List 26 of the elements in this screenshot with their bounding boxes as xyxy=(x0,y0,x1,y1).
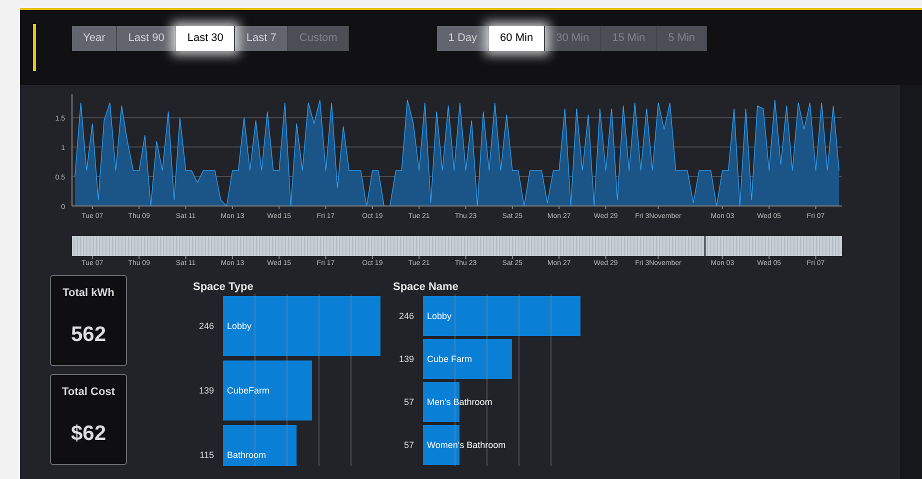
value-label: 139 xyxy=(198,386,214,396)
navigator-drawing[interactable] xyxy=(72,236,842,256)
total-label: Total kWh xyxy=(62,286,114,301)
total-value: $62 xyxy=(70,420,106,446)
filter-button[interactable]: Last 30 xyxy=(176,26,236,51)
value-label: 246 xyxy=(198,321,214,331)
filter-button[interactable]: Last 7 xyxy=(235,26,288,51)
chart-title: Space Name xyxy=(393,281,460,294)
value-label: 57 xyxy=(404,440,414,450)
filter-button[interactable]: Last 90 xyxy=(117,26,176,51)
value-label: 246 xyxy=(398,311,414,321)
value-label: 115 xyxy=(200,450,214,460)
filter-button[interactable]: 60 Min xyxy=(489,26,546,51)
category-label: Cube Farm xyxy=(427,354,472,364)
value-label: 139 xyxy=(398,354,414,364)
total-value: 562 xyxy=(70,322,106,348)
category-label: Lobby xyxy=(227,321,252,331)
total-label: Total Cost xyxy=(62,385,115,400)
filter-button[interactable]: 1 Day xyxy=(437,26,490,51)
value-label: 57 xyxy=(404,397,414,407)
chart-title: Space Type xyxy=(193,281,254,294)
accent-bar xyxy=(33,24,36,71)
filter-button[interactable]: Year xyxy=(72,26,118,51)
category-label: Lobby xyxy=(427,311,452,321)
category-label: Bathroom xyxy=(227,450,266,460)
category-label: CubeFarm xyxy=(227,386,270,396)
